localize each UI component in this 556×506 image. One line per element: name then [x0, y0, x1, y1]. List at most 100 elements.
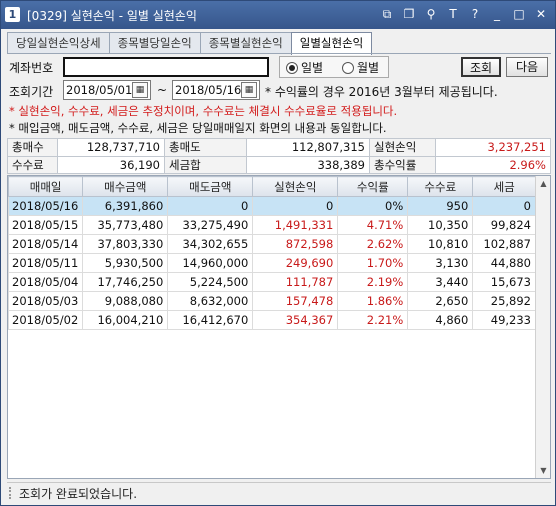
table-cell: 4.71%	[337, 215, 409, 235]
table-cell: 49,233	[472, 310, 536, 330]
table-cell: 111,787	[252, 272, 339, 292]
table-cell: 2.19%	[337, 272, 409, 292]
account-label: 계좌번호	[9, 61, 54, 75]
table-cell: 1.70%	[337, 253, 409, 273]
next-button[interactable]: 다음	[506, 57, 548, 77]
table-cell: 102,887	[472, 234, 536, 254]
table-cell: 0	[252, 196, 339, 216]
grid-header-row: 매매일 매수금액 매도금액 실현손익 수익률 수수료 세금	[7, 176, 536, 197]
table-cell: 44,880	[472, 253, 536, 273]
scroll-up-icon[interactable]: ▲	[536, 176, 551, 191]
table-row[interactable]: 2018/05/15 35,773,480 33,275,490 1,491,331 4…	[7, 215, 536, 235]
search-button[interactable]: 조회	[461, 57, 501, 77]
period-type-radio-group: 일별 월별	[279, 56, 389, 78]
column-header-0[interactable]: 매매일	[7, 176, 84, 197]
column-header-3[interactable]: 실현손익	[252, 176, 339, 197]
table-cell: 2018/05/11	[7, 253, 84, 273]
total-sell-value: 112,807,315	[246, 138, 370, 157]
title-bar: 1 [0329] 실현손익 - 일별 실현손익 ⧉ ❐ ⚲ T? _ □ ✕	[1, 1, 555, 29]
table-cell: 33,275,490	[167, 215, 254, 235]
radio-monthly-label: 월별	[357, 61, 380, 75]
date-range-tilde: ~	[157, 83, 168, 97]
column-header-4[interactable]: 수익률	[337, 176, 409, 197]
close-icon[interactable]: ✕	[533, 6, 549, 22]
link-icon[interactable]: ⚲	[423, 6, 439, 22]
total-sell-label: 총매도	[164, 138, 247, 157]
status-grip-icon	[9, 487, 12, 499]
table-cell: 1,491,331	[252, 215, 339, 235]
table-cell: 17,746,250	[82, 272, 169, 292]
radio-monthly[interactable]: 월별	[342, 59, 379, 76]
column-header-2[interactable]: 매도금액	[167, 176, 254, 197]
table-row[interactable]: 2018/05/04 17,746,250 5,224,500 111,787 2.19…	[7, 272, 536, 292]
table-cell: 37,803,330	[82, 234, 169, 254]
app-window: 1 [0329] 실현손익 - 일별 실현손익 ⧉ ❐ ⚲ T? _ □ ✕ 당일실현손익상…	[0, 0, 556, 506]
calendar-to-icon[interactable]: ▦	[241, 82, 257, 98]
table-cell: 16,004,210	[82, 310, 169, 330]
table-cell: 2018/05/16	[7, 196, 84, 216]
realized-value: 3,237,251	[435, 138, 551, 157]
table-row[interactable]: 2018/05/03 9,088,080 8,632,000 157,478 1.86%…	[7, 291, 536, 311]
period-label: 조회기간	[9, 85, 54, 99]
calendar-from-icon[interactable]: ▦	[132, 82, 148, 98]
account-number-input[interactable]	[63, 57, 269, 77]
title-bar-buttons: ⧉ ❐ ⚲ T? _ □ ✕	[379, 6, 549, 22]
table-cell: 10,810	[407, 234, 474, 254]
source-notice: * 매입금액, 매도금액, 수수료, 세금은 당일매매일지 화면의 내용과 동일…	[9, 121, 387, 135]
table-cell: 0%	[337, 196, 409, 216]
table-cell: 3,440	[407, 272, 474, 292]
table-cell: 2018/05/03	[7, 291, 84, 311]
table-row[interactable]: 2018/05/02 16,004,210 16,412,670 354,367 2.2…	[7, 310, 536, 330]
table-cell: 9,088,080	[82, 291, 169, 311]
fee-label: 수수료	[7, 155, 58, 174]
vertical-scrollbar[interactable]: ▲ ▼	[535, 176, 550, 478]
window-title: [0329] 실현손익 - 일별 실현손익	[27, 9, 197, 23]
column-header-6[interactable]: 세금	[472, 176, 536, 197]
table-cell: 2,650	[407, 291, 474, 311]
table-cell: 2018/05/02	[7, 310, 84, 330]
window-copy-icon[interactable]: ❐	[401, 6, 417, 22]
table-cell: 950	[407, 196, 474, 216]
daily-pnl-table: 매매일 매수금액 매도금액 실현손익 수익률 수수료 세금 2018/05/16 6,391,…	[7, 176, 536, 330]
tax-value: 338,389	[246, 155, 370, 174]
table-cell: 10,350	[407, 215, 474, 235]
table-cell: 872,598	[252, 234, 339, 254]
scroll-down-icon[interactable]: ▼	[536, 463, 551, 478]
window-restore-icon[interactable]: ⧉	[379, 6, 395, 22]
app-number-badge: 1	[5, 7, 20, 22]
table-cell: 34,302,655	[167, 234, 254, 254]
text-icon[interactable]: T	[445, 6, 461, 22]
minimize-icon[interactable]: _	[489, 6, 505, 22]
status-bar: 조회가 완료되었습니다.	[7, 482, 551, 502]
table-cell: 0	[167, 196, 254, 216]
table-row[interactable]: 2018/05/16 6,391,860 0 0 0% 950 0	[7, 196, 536, 216]
table-cell: 5,930,500	[82, 253, 169, 273]
table-cell: 2018/05/04	[7, 272, 84, 292]
period-note: * 수익률의 경우 2016년 3월부터 제공됩니다.	[265, 85, 498, 99]
tab-2[interactable]: 종목별실현손익	[199, 32, 292, 54]
status-message: 조회가 완료되었습니다.	[19, 487, 138, 501]
help-icon[interactable]: ?	[467, 6, 483, 22]
tab-1[interactable]: 종목별당일손익	[108, 32, 201, 54]
total-buy-value: 128,737,710	[57, 138, 165, 157]
column-header-5[interactable]: 수수료	[407, 176, 474, 197]
table-row[interactable]: 2018/05/14 37,803,330 34,302,655 872,598 2.6…	[7, 234, 536, 254]
radio-monthly-dot	[342, 61, 354, 74]
table-cell: 8,632,000	[167, 291, 254, 311]
radio-daily-label: 일별	[301, 61, 324, 75]
tab-3[interactable]: 일별실현손익	[290, 32, 373, 55]
return-value: 2.96%	[435, 155, 551, 174]
column-header-1[interactable]: 매수금액	[82, 176, 169, 197]
table-cell: 2.21%	[337, 310, 409, 330]
tab-0[interactable]: 당일실현손익상세	[7, 32, 110, 54]
table-cell: 2.62%	[337, 234, 409, 254]
summary-table: 총매수 128,737,710 총매도 112,807,315 실현손익 3,2…	[7, 138, 551, 174]
table-row[interactable]: 2018/05/11 5,930,500 14,960,000 249,690 1.70…	[7, 253, 536, 273]
maximize-icon[interactable]: □	[511, 6, 527, 22]
query-form: 계좌번호 일별 월별 조회 다음 조회기간 2018/05/01 ▦ ~ 201…	[7, 54, 551, 138]
table-cell: 249,690	[252, 253, 339, 273]
radio-daily[interactable]: 일별	[286, 59, 323, 76]
grid-body: 2018/05/16 6,391,860 0 0 0% 950 0 2018/05/15 35,…	[7, 196, 536, 330]
daily-pnl-grid: 매매일 매수금액 매도금액 실현손익 수익률 수수료 세금 2018/05/16 6,391,…	[7, 175, 551, 479]
table-cell: 2018/05/15	[7, 215, 84, 235]
